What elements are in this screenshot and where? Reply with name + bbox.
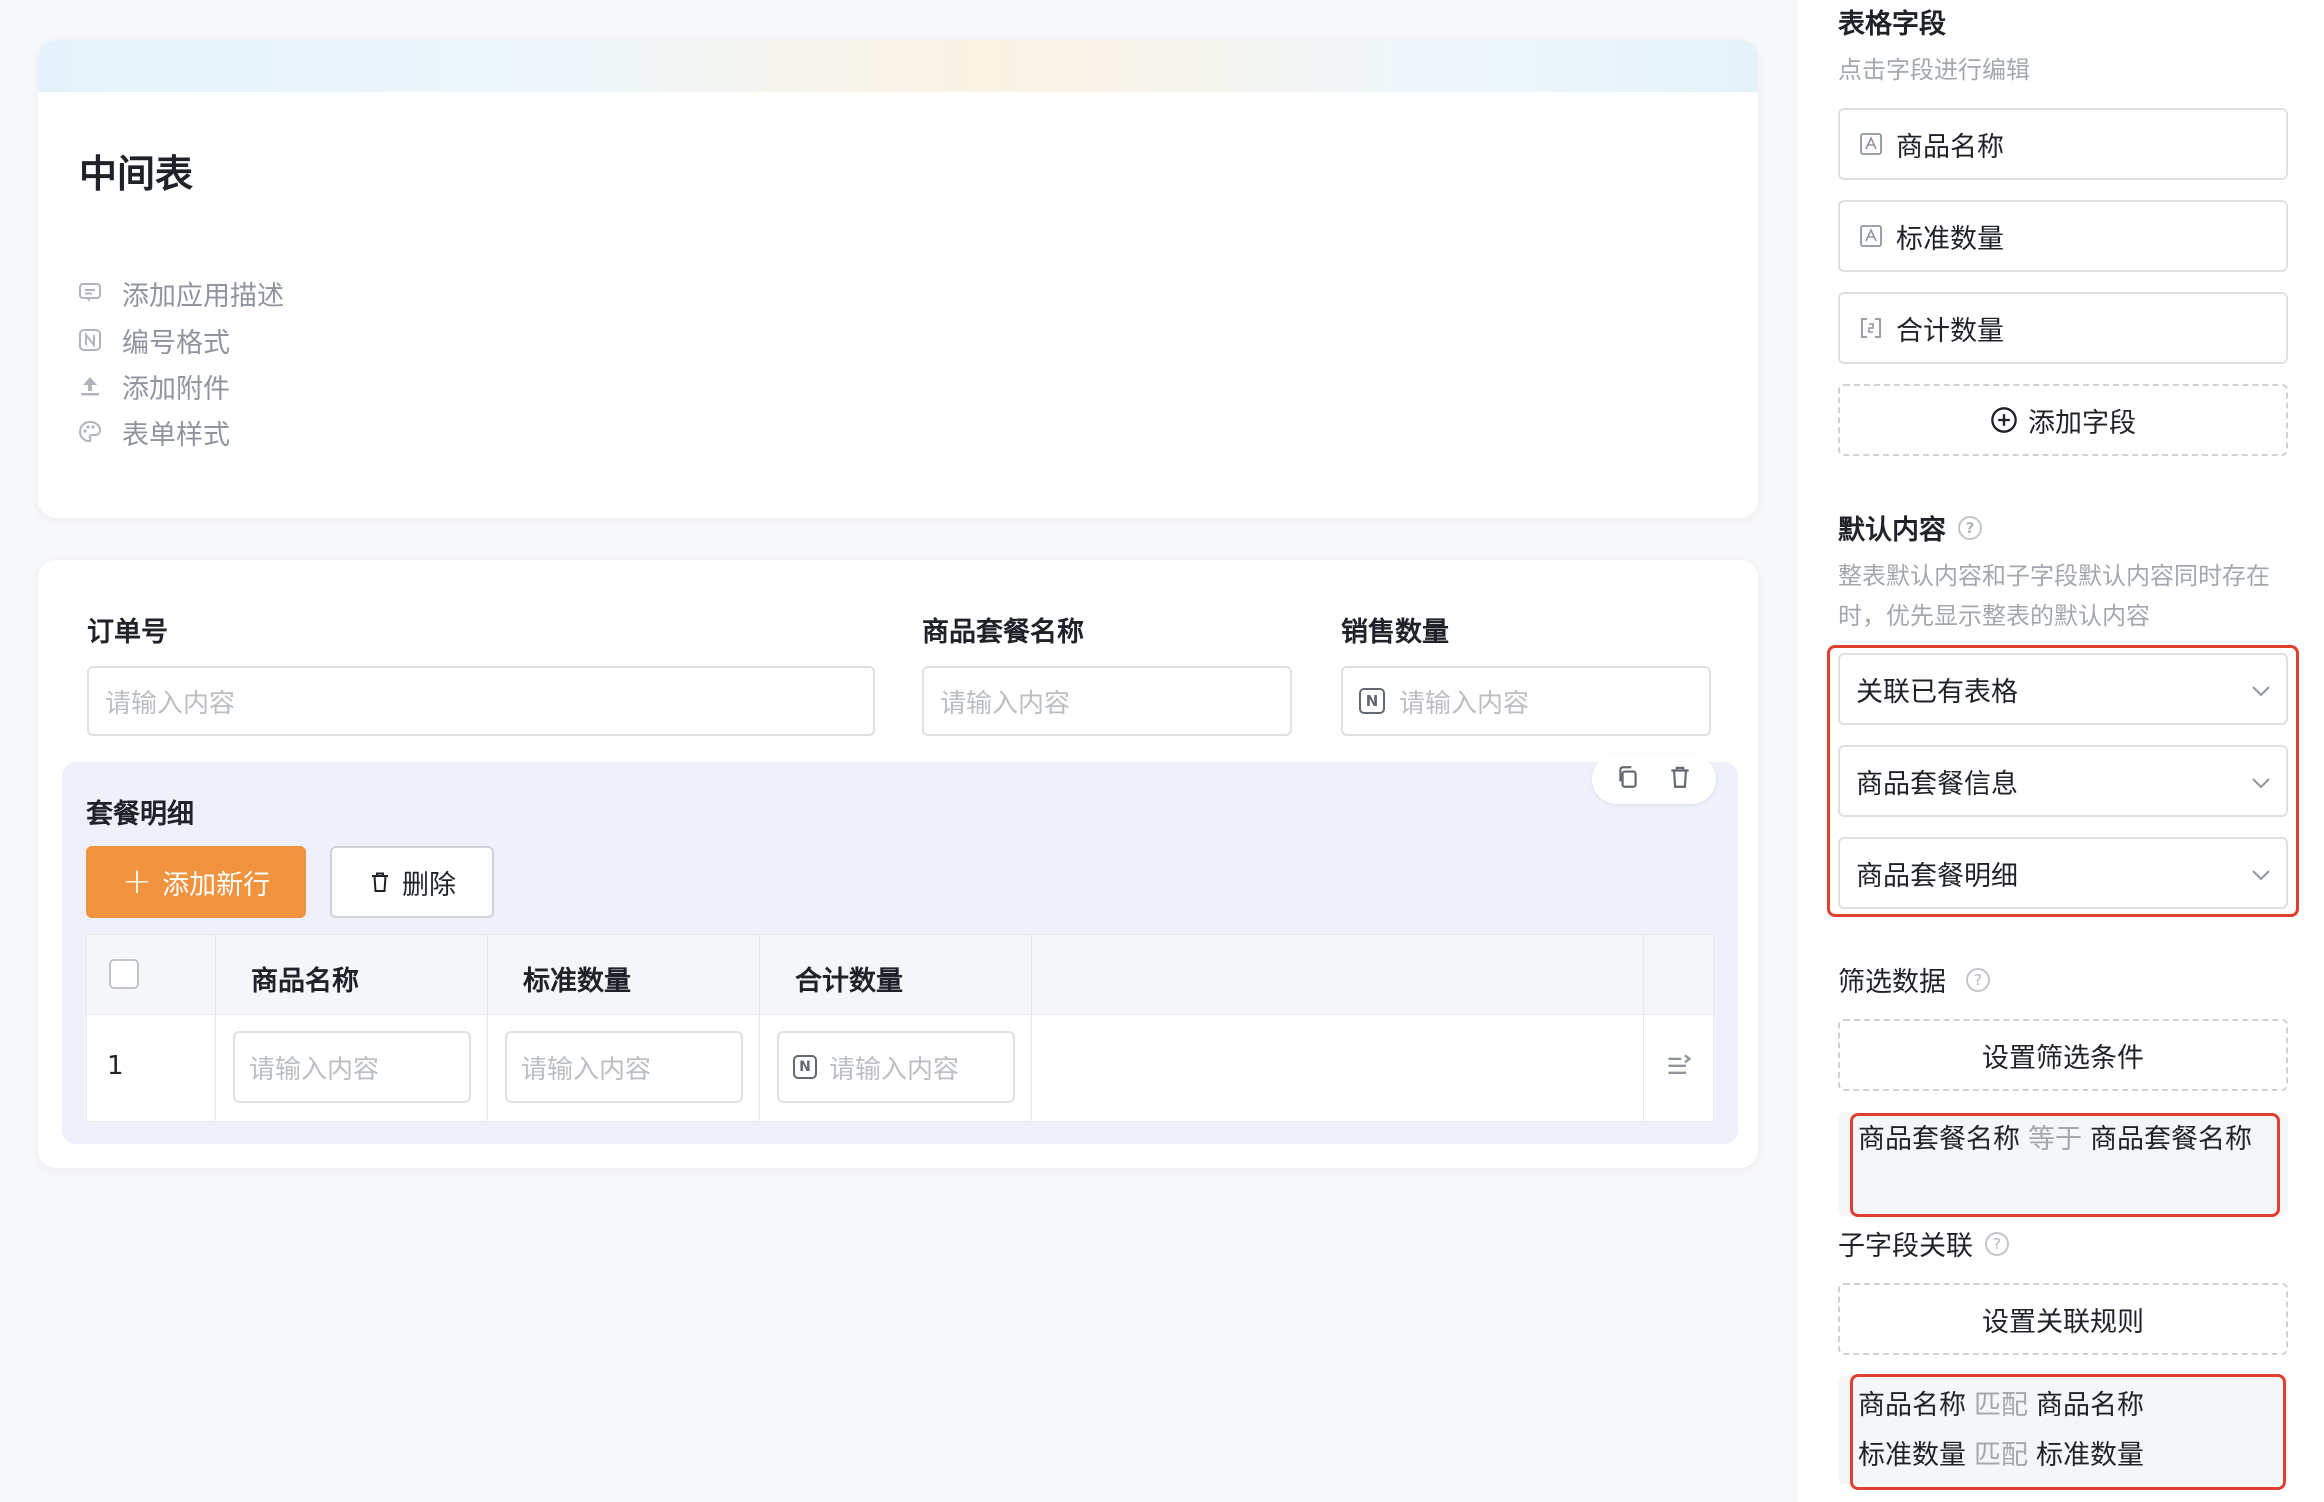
plus-icon: +: [121, 861, 153, 902]
formula-field-icon: [1860, 317, 1882, 339]
column-divider: [487, 935, 488, 1121]
total-qty-cell-input[interactable]: N 请输入内容: [777, 1031, 1015, 1103]
field-label: 商品名称: [1896, 131, 2004, 163]
help-icon[interactable]: ?: [1966, 967, 1990, 992]
chevron-down-icon: [2250, 674, 2272, 705]
column-header[interactable]: 标准数量: [523, 959, 631, 998]
select-value: 关联已有表格: [1856, 676, 2018, 708]
properties-panel: 表格字段 点击字段进行编辑 商品名称 标准数量 合计数量 添加字段 默认内容 ?…: [1797, 0, 2324, 1502]
placeholder-text: 请输入内容: [105, 688, 236, 719]
sales-qty-input[interactable]: N 请输入内容: [1341, 666, 1711, 736]
add-field-label: 添加字段: [2028, 407, 2136, 439]
row-detail-icon[interactable]: [1665, 1053, 1693, 1085]
source-type-select[interactable]: 关联已有表格: [1838, 653, 2288, 725]
table-field-item[interactable]: 商品名称: [1838, 108, 2288, 180]
number-icon: N: [1359, 688, 1385, 714]
subtable-grid: 商品名称 标准数量 合计数量 1 请输入内容 请输入内容 N 请输入内容: [86, 934, 1714, 1122]
column-divider: [1643, 935, 1644, 1121]
filter-data-title: 筛选数据 ?: [1838, 960, 1990, 999]
select-value: 商品套餐明细: [1856, 860, 2018, 892]
form-title[interactable]: 中间表: [79, 143, 193, 198]
trash-icon: [368, 870, 392, 894]
column-divider: [1031, 935, 1032, 1121]
header-banner: [38, 40, 1758, 92]
package-name-label: 商品套餐名称: [922, 617, 1084, 648]
subtable-actions: [1592, 754, 1716, 804]
product-name-cell-input[interactable]: 请输入内容: [233, 1031, 471, 1103]
help-icon[interactable]: ?: [1958, 515, 1982, 540]
text-field-icon: [1860, 133, 1882, 155]
row-index: 1: [107, 1051, 124, 1081]
order-no-label: 订单号: [87, 617, 168, 648]
form-header-card: 中间表 添加应用描述 编号格式 添加附件 表单样式: [38, 40, 1758, 518]
sales-qty-label: 销售数量: [1341, 617, 1449, 648]
table-field-item[interactable]: 合计数量: [1838, 292, 2288, 364]
default-content-hint: 整表默认内容和子字段默认内容同时存在时，优先显示整表的默认内容: [1838, 562, 2270, 630]
help-icon[interactable]: ?: [1985, 1231, 2009, 1256]
set-link-rule-button[interactable]: 设置关联规则: [1838, 1283, 2288, 1355]
set-filter-button[interactable]: 设置筛选条件: [1838, 1019, 2288, 1091]
set-link-label: 设置关联规则: [1982, 1306, 2144, 1338]
subtable-section: 套餐明细 + 添加新行 删除 商品名称 标准数量 合计数量 1 请输入内容 请输…: [62, 754, 1738, 1144]
trash-icon[interactable]: [1667, 764, 1693, 794]
column-divider: [759, 935, 760, 1121]
add-attachment-link[interactable]: 添加附件: [78, 366, 230, 406]
select-all-checkbox[interactable]: [109, 959, 139, 989]
section-label: 默认内容: [1838, 515, 1946, 546]
comment-icon: [78, 281, 102, 305]
form-canvas: 中间表 添加应用描述 编号格式 添加附件 表单样式 订单号 请输入内容 商品套餐…: [0, 0, 1780, 1502]
add-row-button[interactable]: + 添加新行: [86, 846, 306, 918]
subtable-title: 套餐明细: [86, 799, 194, 830]
table-field-item[interactable]: 标准数量: [1838, 200, 2288, 272]
meta-label: 添加应用描述: [122, 280, 284, 312]
palette-icon: [78, 420, 102, 444]
package-name-input[interactable]: 请输入内容: [922, 666, 1292, 736]
highlight-box: [1850, 1374, 2286, 1490]
meta-label: 编号格式: [122, 327, 230, 359]
sub-field-link-title: 子字段关联 ?: [1838, 1224, 2009, 1263]
placeholder-text: 请输入内容: [829, 1054, 960, 1085]
add-row-label: 添加新行: [162, 869, 271, 901]
select-value: 商品套餐信息: [1856, 768, 2018, 800]
placeholder-text: 请输入内容: [249, 1054, 380, 1085]
delete-label: 删除: [402, 869, 456, 901]
upload-icon: [78, 374, 102, 398]
copy-icon[interactable]: [1615, 764, 1641, 794]
source-form-select[interactable]: 商品套餐信息: [1838, 745, 2288, 817]
add-description-link[interactable]: 添加应用描述: [78, 273, 284, 313]
number-icon: N: [793, 1055, 817, 1079]
table-fields-title: 表格字段: [1838, 9, 1946, 40]
order-no-input[interactable]: 请输入内容: [87, 666, 875, 736]
column-header[interactable]: 合计数量: [795, 959, 903, 998]
standard-qty-cell-input[interactable]: 请输入内容: [505, 1031, 743, 1103]
placeholder-text: 请输入内容: [1399, 688, 1530, 719]
highlight-box: [1850, 1113, 2280, 1217]
default-content-title: 默认内容 ?: [1838, 508, 1982, 547]
number-format-link[interactable]: 编号格式: [78, 320, 230, 360]
placeholder-text: 请输入内容: [940, 688, 1071, 719]
column-divider: [215, 935, 216, 1121]
form-style-link[interactable]: 表单样式: [78, 412, 230, 452]
source-subtable-select[interactable]: 商品套餐明细: [1838, 837, 2288, 909]
text-field-icon: [1860, 225, 1882, 247]
meta-label: 添加附件: [122, 373, 230, 405]
delete-button[interactable]: 删除: [330, 846, 494, 918]
column-header[interactable]: 商品名称: [251, 959, 359, 998]
chevron-down-icon: [2250, 858, 2272, 889]
section-label: 子字段关联: [1838, 1231, 1973, 1262]
set-filter-label: 设置筛选条件: [1982, 1042, 2144, 1074]
placeholder-text: 请输入内容: [521, 1054, 652, 1085]
chevron-down-icon: [2250, 766, 2272, 797]
number-format-icon: [78, 328, 102, 352]
section-label: 筛选数据: [1838, 967, 1946, 998]
plus-circle-icon: [1990, 406, 2018, 434]
field-label: 合计数量: [1896, 315, 2004, 347]
table-fields-hint: 点击字段进行编辑: [1838, 56, 2030, 84]
meta-label: 表单样式: [122, 419, 230, 451]
field-label: 标准数量: [1896, 223, 2004, 255]
add-field-button[interactable]: 添加字段: [1838, 384, 2288, 456]
